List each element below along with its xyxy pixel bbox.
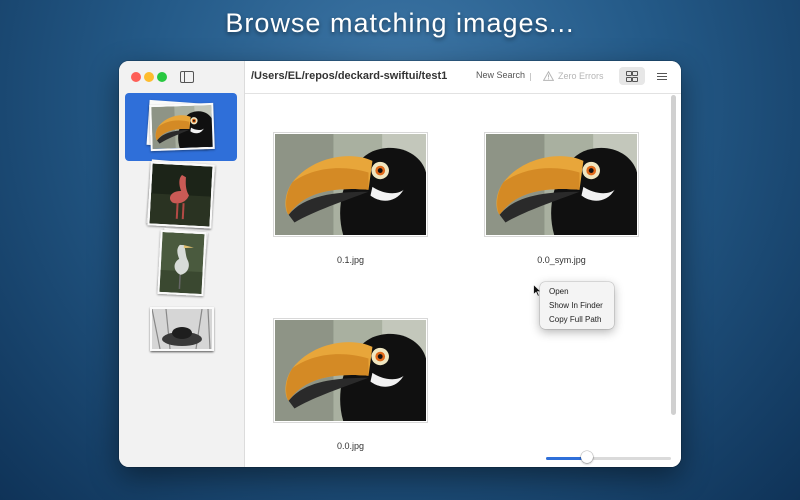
zero-errors-button[interactable]: Zero Errors <box>543 67 609 85</box>
image-tile[interactable] <box>484 132 639 237</box>
new-search-button[interactable]: New Search <box>471 66 530 84</box>
zoom-slider[interactable] <box>546 457 671 460</box>
close-window-button[interactable] <box>131 72 141 82</box>
image-caption: 0.1.jpg <box>336 255 365 265</box>
sidebar-item-heron[interactable] <box>125 227 237 297</box>
image-grid: 0.1.jpg 0.0_sym.jpg 0.0.jpg <box>245 94 681 467</box>
sidebar-item-flamingo[interactable] <box>125 159 237 229</box>
toucan-image <box>275 134 426 235</box>
toucan-image <box>486 134 637 235</box>
list-view-button[interactable] <box>652 67 672 85</box>
sidebar <box>119 61 245 467</box>
zoom-slider-knob[interactable] <box>581 451 593 463</box>
sidebar-item-toucan[interactable] <box>125 93 237 161</box>
flamingo-thumbnail <box>147 161 215 229</box>
image-tile[interactable] <box>273 132 428 237</box>
warning-triangle-icon <box>543 71 554 81</box>
vertical-scrollbar[interactable] <box>671 95 676 415</box>
context-menu: Open Show In Finder Copy Full Path <box>540 282 614 329</box>
menu-item-copy-full-path[interactable]: Copy Full Path <box>540 313 614 327</box>
zoom-slider-fill <box>546 457 586 460</box>
toucan-image <box>275 320 426 421</box>
toolbar: /Users/EL/repos/deckard-swiftui/test1 Ne… <box>245 61 681 94</box>
sidebar-toggle-icon[interactable] <box>180 71 194 83</box>
app-window: /Users/EL/repos/deckard-swiftui/test1 Ne… <box>119 61 681 467</box>
minimize-window-button[interactable] <box>144 72 154 82</box>
banner-headline: Browse matching images... <box>225 8 575 38</box>
nest-thumbnail <box>150 307 214 351</box>
toolbar-divider <box>530 73 531 81</box>
maximize-window-button[interactable] <box>157 72 167 82</box>
zero-errors-label: Zero Errors <box>558 71 604 81</box>
grid-view-button[interactable] <box>619 67 645 85</box>
heron-thumbnail <box>157 229 207 297</box>
toucan-thumbnail <box>149 102 215 152</box>
image-caption: 0.0_sym.jpg <box>537 255 586 265</box>
sidebar-item-nest[interactable] <box>125 301 237 369</box>
menu-item-open[interactable]: Open <box>540 285 614 299</box>
image-caption: 0.0.jpg <box>336 441 365 451</box>
image-tile[interactable] <box>273 318 428 423</box>
menu-item-show-in-finder[interactable]: Show In Finder <box>540 299 614 313</box>
folder-path-title: /Users/EL/repos/deckard-swiftui/test1 <box>251 70 448 82</box>
